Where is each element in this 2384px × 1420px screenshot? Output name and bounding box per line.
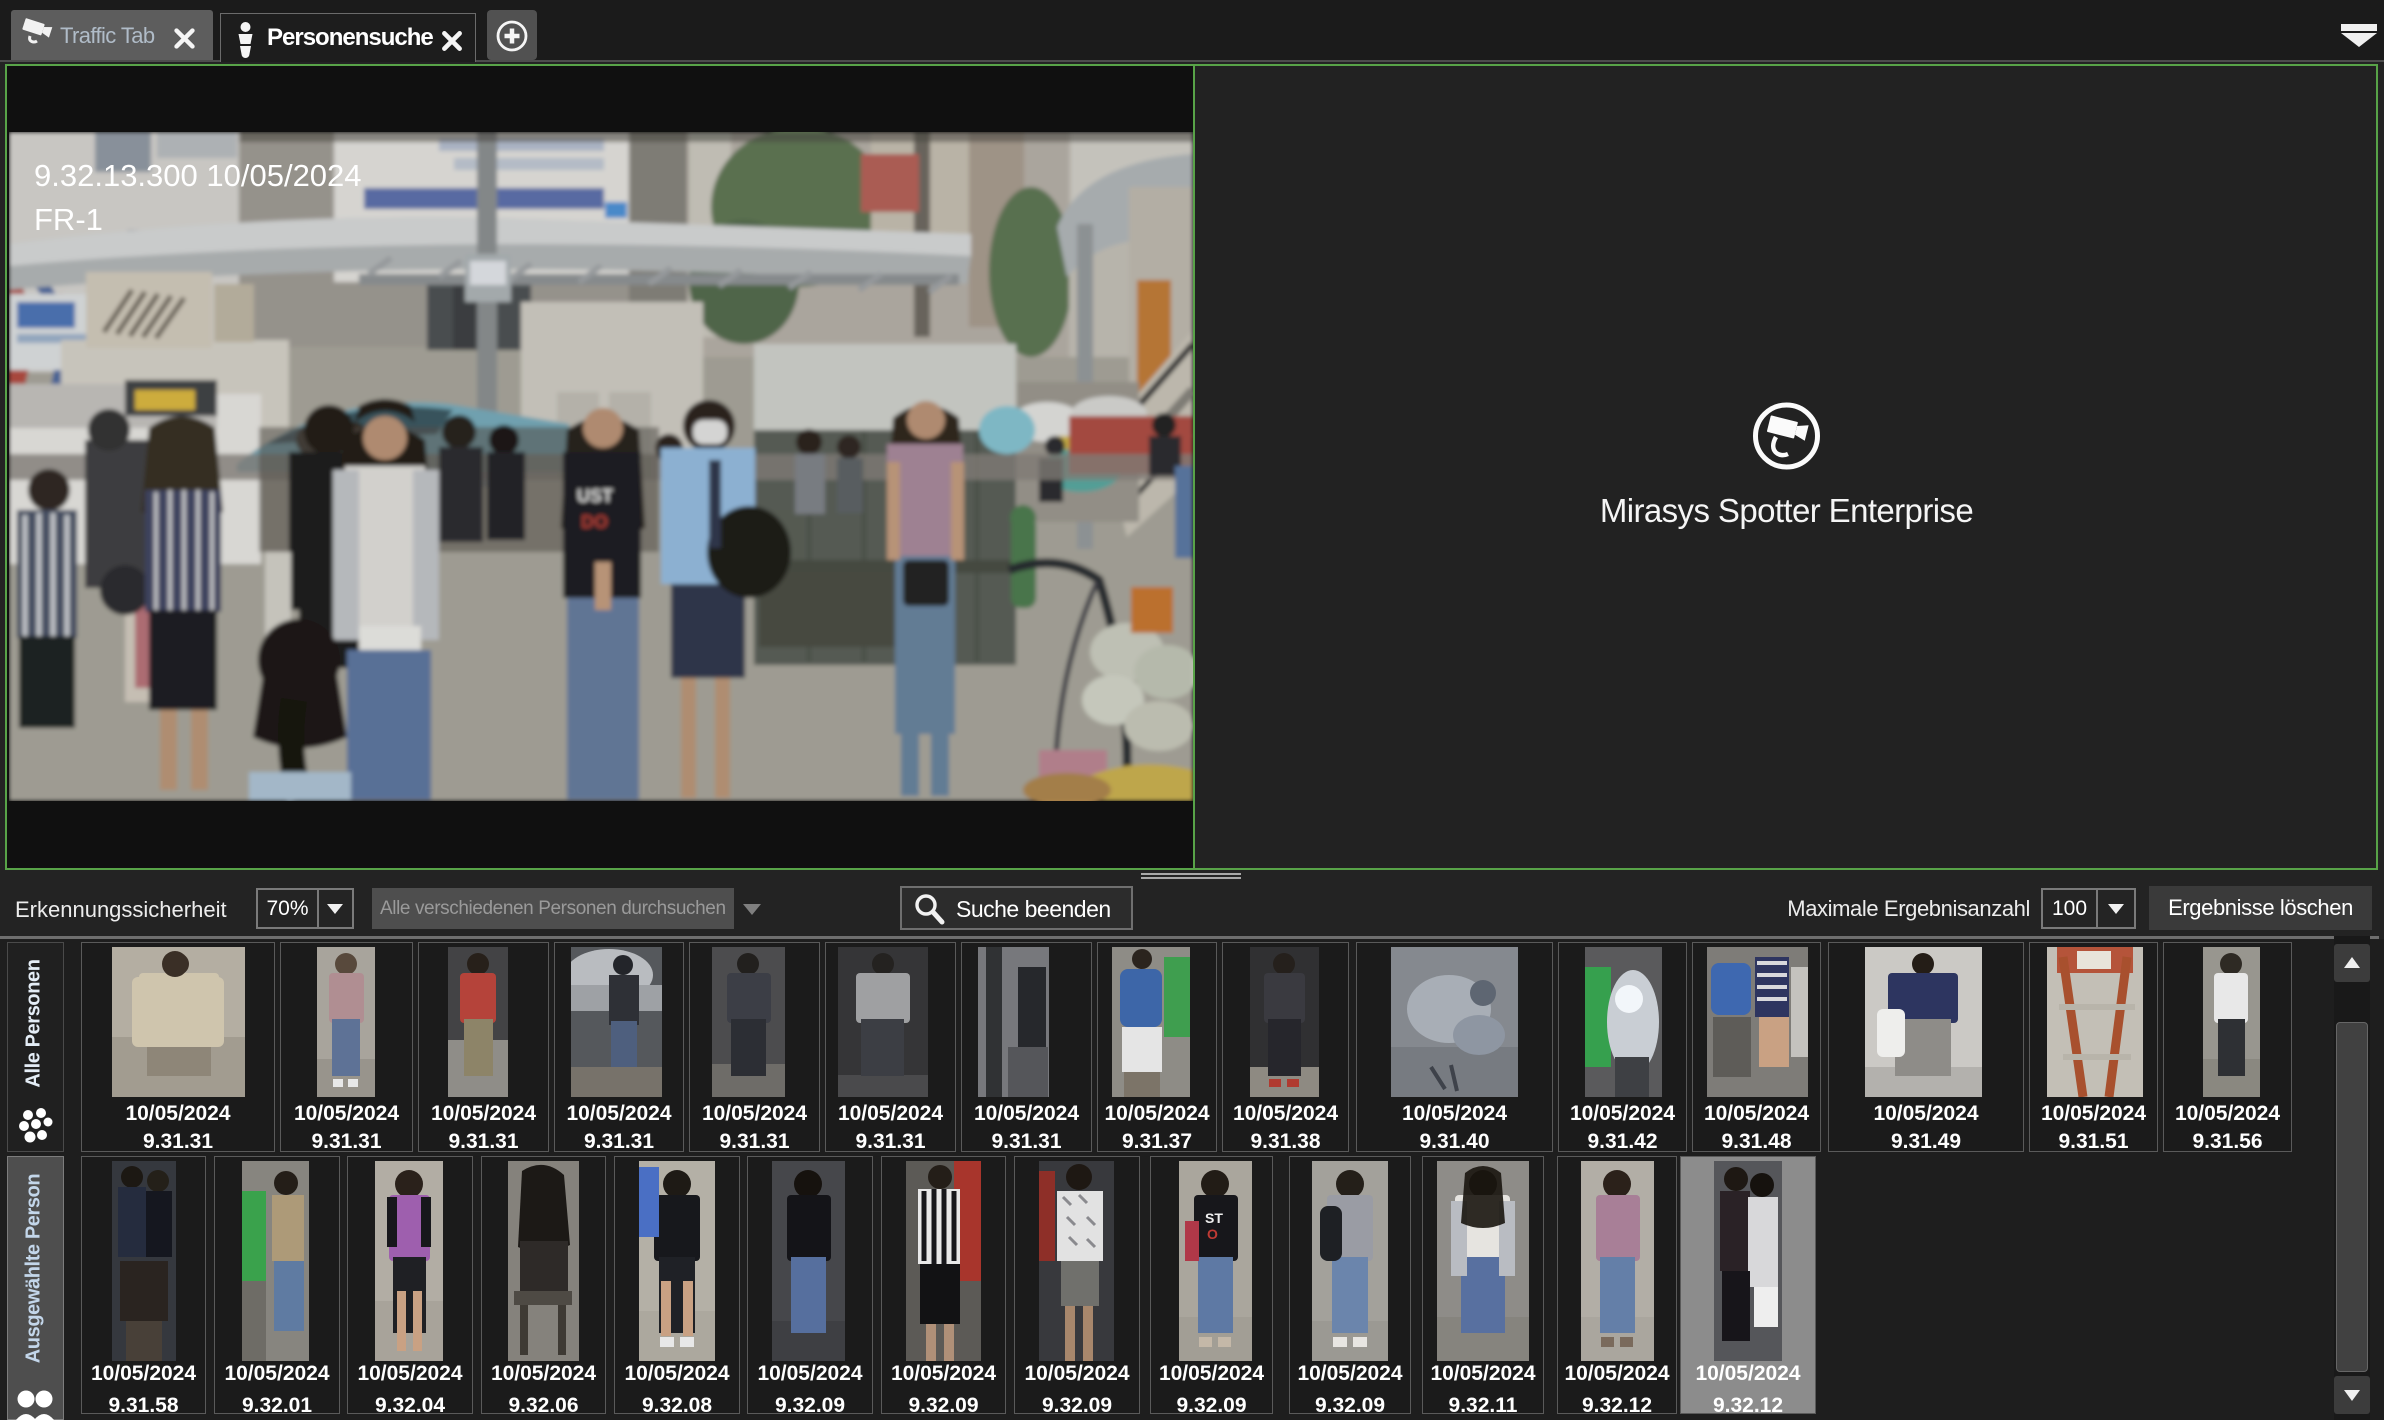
svg-text:O: O [1207,1226,1218,1242]
svg-text:9.32.13.300 10/05/2024: 9.32.13.300 10/05/2024 [34,158,362,193]
svg-text:FR-1: FR-1 [34,202,103,237]
svg-text:ST: ST [1205,1210,1223,1226]
